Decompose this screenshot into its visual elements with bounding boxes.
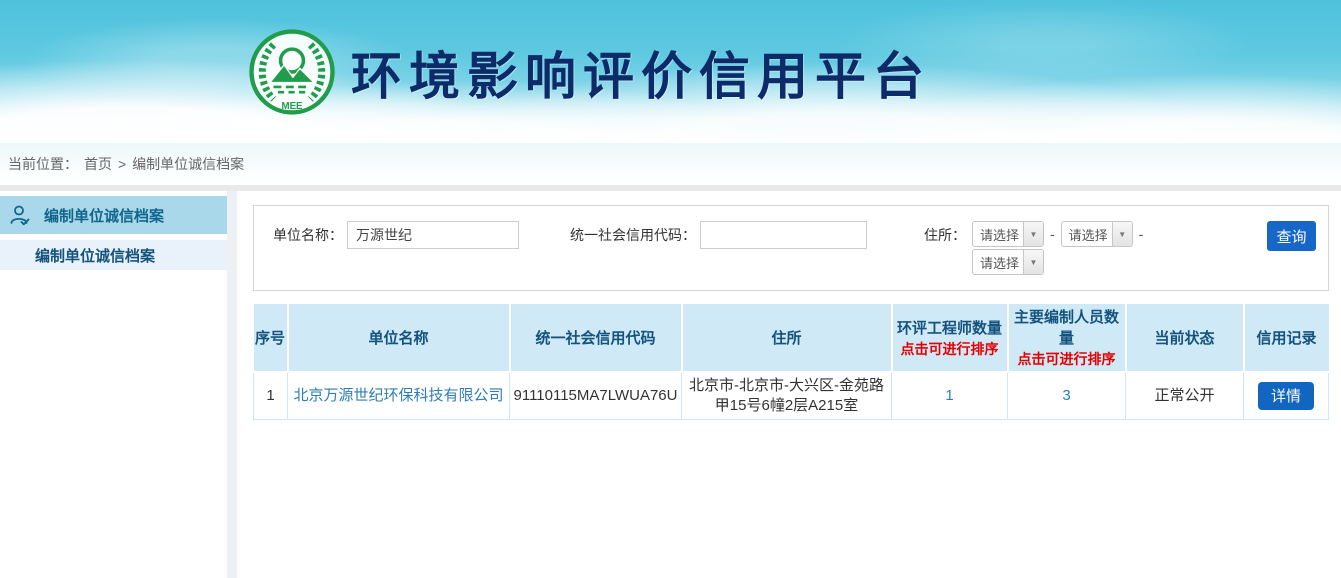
staff-count-link[interactable]: 3 (1062, 387, 1070, 404)
col-staff-count-sortable[interactable]: 主要编制人员数量 点击可进行排序 (1008, 304, 1126, 372)
col-index: 序号 (254, 304, 288, 372)
sidebar-item-label: 编制单位诚信档案 (35, 245, 155, 266)
query-button[interactable]: 查询 (1267, 221, 1316, 251)
breadcrumb-prefix: 当前位置： (8, 154, 78, 174)
site-header: MEE 环境影响评价信用平台 (0, 0, 1341, 143)
svg-text:MEE: MEE (282, 100, 304, 111)
address-label: 住所： (924, 221, 966, 249)
mee-logo-icon: MEE (248, 28, 336, 116)
credit-code-input[interactable] (700, 221, 867, 249)
unit-name-input[interactable] (347, 221, 519, 249)
credit-code-label: 统一社会信用代码： (570, 221, 696, 249)
sidebar-divider (227, 191, 237, 578)
engineer-count-link[interactable]: 1 (945, 387, 953, 404)
chevron-down-icon[interactable]: ▼ (1023, 250, 1043, 274)
breadcrumb-separator: > (118, 156, 126, 172)
sort-hint[interactable]: 点击可进行排序 (894, 339, 1006, 359)
sidebar: 编制单位诚信档案 编制单位诚信档案 (0, 191, 227, 578)
col-credit-record: 信用记录 (1244, 304, 1329, 372)
sidebar-item-credit-archive-parent[interactable]: 编制单位诚信档案 (0, 196, 227, 234)
user-check-icon (8, 203, 32, 227)
main-content: 单位名称： 统一社会信用代码： 住所： 请选择 ▼ - 请选择 (237, 191, 1341, 578)
col-address: 住所 (682, 304, 892, 372)
chevron-down-icon[interactable]: ▼ (1112, 222, 1132, 246)
cell-status: 正常公开 (1126, 372, 1244, 419)
breadcrumb-current: 编制单位诚信档案 (132, 154, 244, 174)
breadcrumb-home-link[interactable]: 首页 (84, 154, 112, 174)
detail-button[interactable]: 详情 (1258, 382, 1314, 410)
sidebar-item-label: 编制单位诚信档案 (44, 205, 164, 226)
company-link[interactable]: 北京万源世纪环保科技有限公司 (293, 387, 503, 404)
unit-name-label: 单位名称： (273, 221, 343, 249)
chevron-down-icon[interactable]: ▼ (1023, 222, 1043, 246)
col-company: 单位名称 (288, 304, 510, 372)
results-table: 序号 单位名称 统一社会信用代码 住所 环评工程师数量 点击可进行排序 主要编制… (253, 304, 1329, 420)
table-header-row: 序号 单位名称 统一社会信用代码 住所 环评工程师数量 点击可进行排序 主要编制… (254, 304, 1329, 372)
cell-address: 北京市-北京市-大兴区-金苑路甲15号6幢2层A215室 (682, 372, 892, 419)
cell-index: 1 (254, 372, 288, 419)
col-engineer-count-sortable[interactable]: 环评工程师数量 点击可进行排序 (892, 304, 1008, 372)
col-status: 当前状态 (1126, 304, 1244, 372)
col-credit-code: 统一社会信用代码 (510, 304, 682, 372)
search-form: 单位名称： 统一社会信用代码： 住所： 请选择 ▼ - 请选择 (253, 205, 1329, 291)
table-row: 1 北京万源世纪环保科技有限公司 91110115MA7LWUA76U 北京市-… (254, 372, 1329, 419)
cell-credit-code: 91110115MA7LWUA76U (510, 372, 682, 419)
page-title: 环境影响评价信用平台 (351, 35, 931, 109)
sidebar-item-credit-archive-child[interactable]: 编制单位诚信档案 (0, 240, 227, 270)
sort-hint[interactable]: 点击可进行排序 (1010, 349, 1124, 369)
district-select[interactable]: 请选择 ▼ (972, 249, 1044, 275)
province-select[interactable]: 请选择 ▼ (972, 221, 1044, 247)
city-select[interactable]: 请选择 ▼ (1061, 221, 1133, 247)
breadcrumb: 当前位置： 首页 > 编制单位诚信档案 (0, 143, 1341, 185)
